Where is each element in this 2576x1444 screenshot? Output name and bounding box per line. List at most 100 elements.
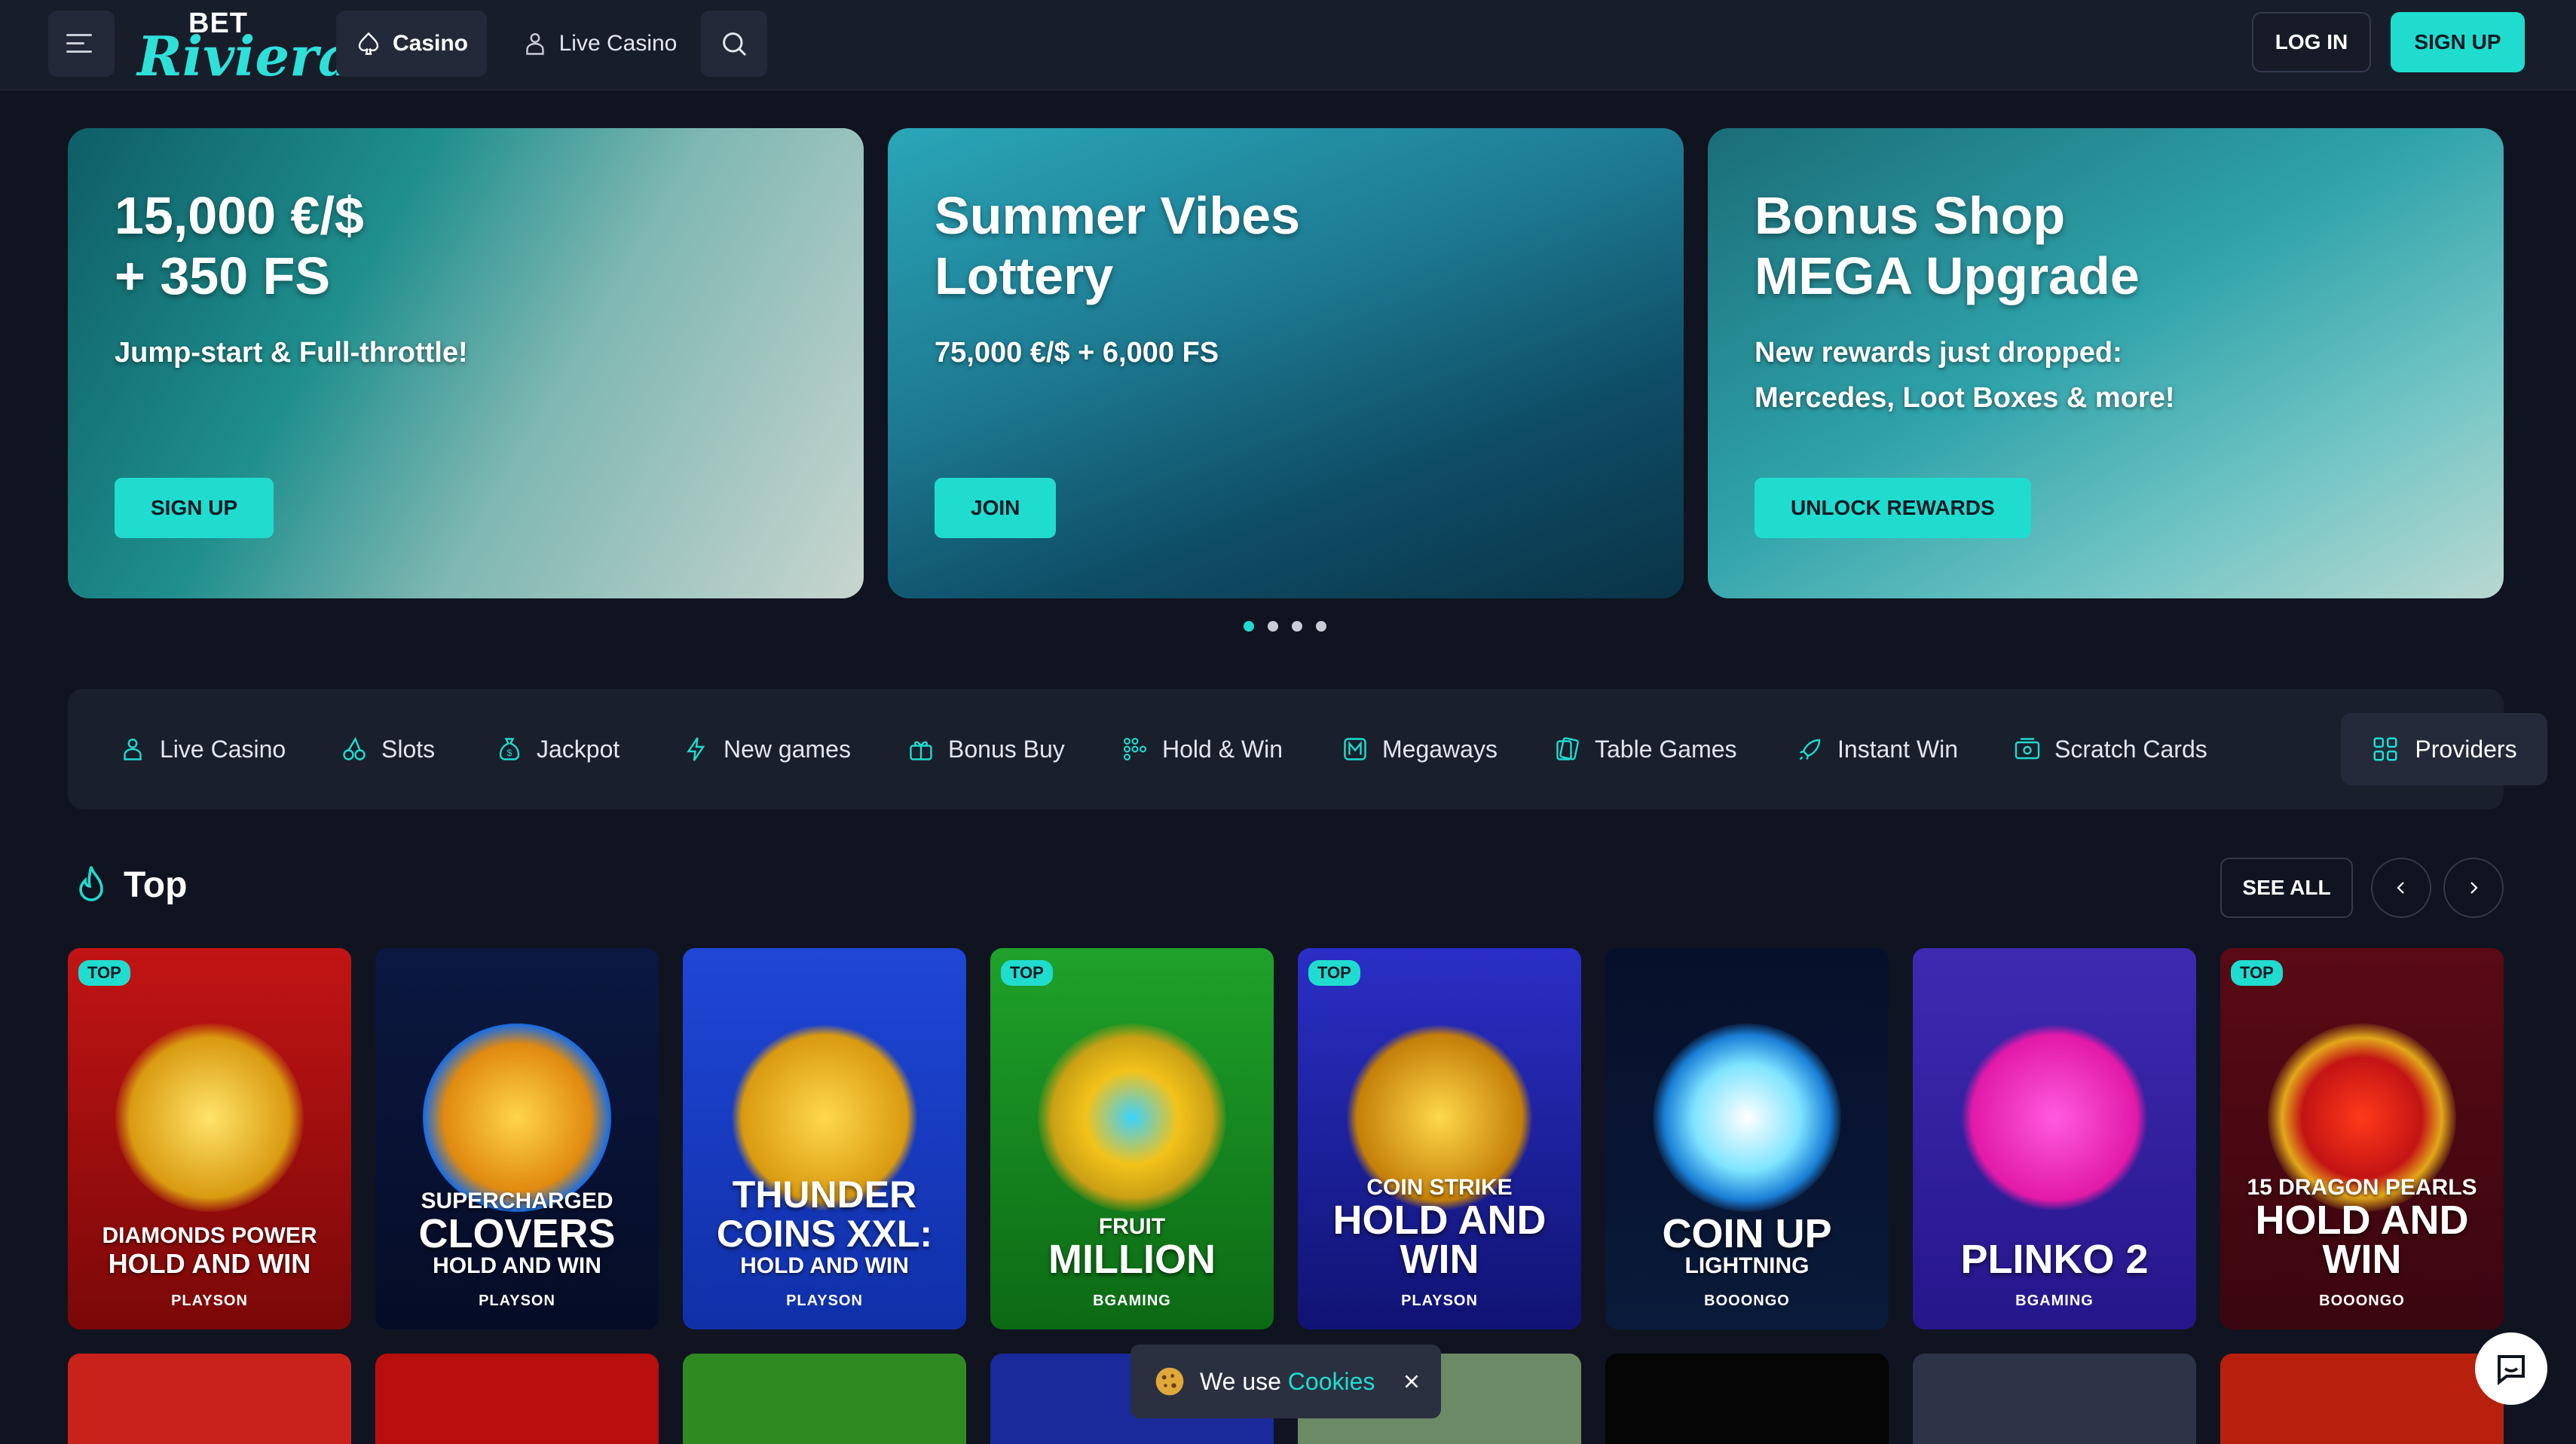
nav-casino[interactable]: Casino — [336, 11, 487, 77]
game-provider: BGAMING — [1093, 1293, 1171, 1309]
providers-label: Providers — [2415, 735, 2517, 763]
top-badge: TOP — [78, 960, 130, 986]
carousel-dot[interactable] — [1316, 621, 1326, 632]
dots-grid-icon — [1120, 734, 1150, 764]
category-hold-and-win[interactable]: Hold & Win — [1120, 689, 1283, 809]
game-provider: BGAMING — [2015, 1293, 2094, 1309]
search-icon — [723, 32, 747, 57]
search-button[interactable] — [701, 11, 767, 77]
top-badge: TOP — [1308, 960, 1360, 986]
game-art — [1960, 1023, 2149, 1212]
game-tile[interactable]: TOP COIN STRIKE HOLD AND WIN PLAYSON — [1298, 948, 1581, 1329]
chevron-right-icon — [2470, 882, 2478, 894]
banner-unlock-button[interactable]: UNLOCK REWARDS — [1755, 478, 2031, 538]
nav-live-casino[interactable]: Live Casino — [517, 11, 681, 77]
nav-casino-label: Casino — [392, 31, 469, 56]
money-bag-icon: $ — [494, 734, 525, 764]
cookie-text: We use Cookies — [1200, 1368, 1375, 1396]
category-table-games[interactable]: Table Games — [1553, 689, 1737, 809]
menu-button[interactable] — [48, 11, 115, 77]
close-icon[interactable] — [1402, 1372, 1421, 1391]
game-title: HOLD AND WIN — [108, 1248, 311, 1279]
game-tile[interactable]: PLINKO 2 BGAMING — [1913, 948, 2196, 1329]
game-provider: PLAYSON — [786, 1293, 863, 1309]
game-subtitle: LIGHTNING — [1684, 1253, 1810, 1278]
cookie-link[interactable]: Cookies — [1288, 1368, 1375, 1395]
game-tile[interactable]: SUPERCHARGED CLOVERS HOLD AND WIN PLAYSO… — [375, 948, 659, 1329]
category-label: Table Games — [1595, 735, 1737, 763]
game-tile[interactable]: TOP FRUIT MILLION BGAMING — [990, 948, 1274, 1329]
spade-icon — [358, 32, 379, 55]
category-instant-win[interactable]: Instant Win — [1795, 689, 1958, 809]
prev-button[interactable] — [2371, 858, 2431, 918]
banner-text-line2: Mercedes, Loot Boxes & more! — [1755, 382, 2175, 414]
category-new-games[interactable]: New games — [681, 689, 851, 809]
game-tile[interactable] — [1605, 1354, 1889, 1444]
game-tile[interactable]: TOP DIAMONDS POWER HOLD AND WIN PLAYSON — [68, 948, 351, 1329]
category-scratch-cards[interactable]: Scratch Cards — [2012, 689, 2207, 809]
category-label: Slots — [381, 735, 436, 763]
category-jackpot[interactable]: $ Jackpot — [494, 689, 620, 809]
game-tile[interactable] — [683, 1354, 966, 1444]
cookie-notice: We use Cookies — [1130, 1345, 1441, 1418]
game-title: COIN UP — [1662, 1211, 1832, 1256]
logo-riviera: Riviera — [137, 24, 353, 88]
promo-banner-lottery[interactable]: Summer Vibes Lottery 75,000 €/$ + 6,000 F… — [888, 128, 1684, 598]
svg-text:$: $ — [507, 748, 512, 758]
category-live-casino[interactable]: Live Casino — [118, 689, 286, 809]
cards-icon — [1553, 734, 1583, 764]
game-tile[interactable] — [1913, 1354, 2196, 1444]
category-bonus-buy[interactable]: Bonus Buy — [906, 689, 1065, 809]
carousel-dot[interactable] — [1268, 621, 1278, 632]
promo-banner-welcome[interactable]: 15,000 €/$ + 350 FS Jump-start & Full-thr… — [68, 128, 864, 598]
nav-live-label: Live Casino — [558, 31, 678, 56]
promo-banner-bonus-shop[interactable]: Bonus Shop MEGA Upgrade New rewards just … — [1708, 128, 2504, 598]
game-art — [423, 1023, 611, 1212]
banner-signup-button[interactable]: SIGN UP — [115, 478, 274, 538]
next-button[interactable] — [2443, 858, 2504, 918]
banner-text-line1: New rewards just dropped: — [1755, 337, 2122, 369]
game-title: HOLD AND WIN — [2255, 1198, 2469, 1282]
flame-icon — [79, 866, 103, 901]
game-title-small: SUPERCHARGED — [421, 1189, 613, 1213]
game-provider: BOOONGO — [1704, 1293, 1790, 1309]
logo[interactable]: BET Riviera — [137, 8, 353, 88]
game-tile[interactable] — [375, 1354, 659, 1444]
game-tile[interactable]: THUNDER COINS XXL: HOLD AND WIN PLAYSON — [683, 948, 966, 1329]
category-label: Jackpot — [537, 735, 620, 763]
banner-join-button[interactable]: JOIN — [935, 478, 1057, 538]
game-subtitle: HOLD AND WIN — [433, 1253, 601, 1278]
lightning-icon — [681, 734, 711, 764]
top-badge: TOP — [1001, 960, 1053, 986]
banner-title-line2: MEGA Upgrade — [1755, 246, 2140, 305]
chat-button[interactable] — [2475, 1332, 2547, 1405]
scratch-card-icon — [2012, 734, 2042, 764]
chat-icon — [2498, 1355, 2525, 1386]
login-button[interactable]: LOG IN — [2252, 12, 2371, 72]
game-title-small: 15 DRAGON PEARLS — [2247, 1175, 2477, 1200]
category-slots[interactable]: Slots — [339, 689, 435, 809]
game-tile[interactable]: TOP 15 DRAGON PEARLS HOLD AND WIN BOOONG… — [2220, 948, 2504, 1329]
cookie-text-label: We use — [1200, 1367, 1281, 1395]
providers-button[interactable]: Providers — [2341, 713, 2547, 785]
game-title: MILLION — [1048, 1237, 1216, 1282]
game-tile[interactable]: COIN UP LIGHTNING BOOONGO — [1605, 948, 1889, 1329]
hamburger-icon — [66, 34, 92, 53]
carousel-dot[interactable] — [1292, 621, 1302, 632]
banner-text: 75,000 €/$ + 6,000 FS — [935, 337, 1219, 369]
banner-title-line1: 15,000 €/$ — [115, 186, 364, 245]
see-all-button[interactable]: SEE ALL — [2220, 858, 2353, 918]
signup-button[interactable]: SIGN UP — [2391, 12, 2525, 72]
banner-title: Summer Vibes Lottery — [935, 185, 1300, 306]
game-tile[interactable] — [2220, 1354, 2504, 1444]
category-megaways[interactable]: Megaways — [1340, 689, 1498, 809]
game-title-small: COIN STRIKE — [1366, 1175, 1513, 1200]
game-title: PLINKO 2 — [1960, 1237, 2149, 1282]
game-provider: BOOONGO — [2319, 1293, 2405, 1309]
category-label: Scratch Cards — [2054, 735, 2207, 763]
carousel-dot[interactable] — [1244, 621, 1254, 632]
game-title-small: FRUIT — [1098, 1214, 1166, 1239]
game-tile[interactable] — [68, 1354, 351, 1444]
banner-text: Jump-start & Full-throttle! — [115, 337, 468, 369]
grid-icon — [2373, 737, 2397, 761]
